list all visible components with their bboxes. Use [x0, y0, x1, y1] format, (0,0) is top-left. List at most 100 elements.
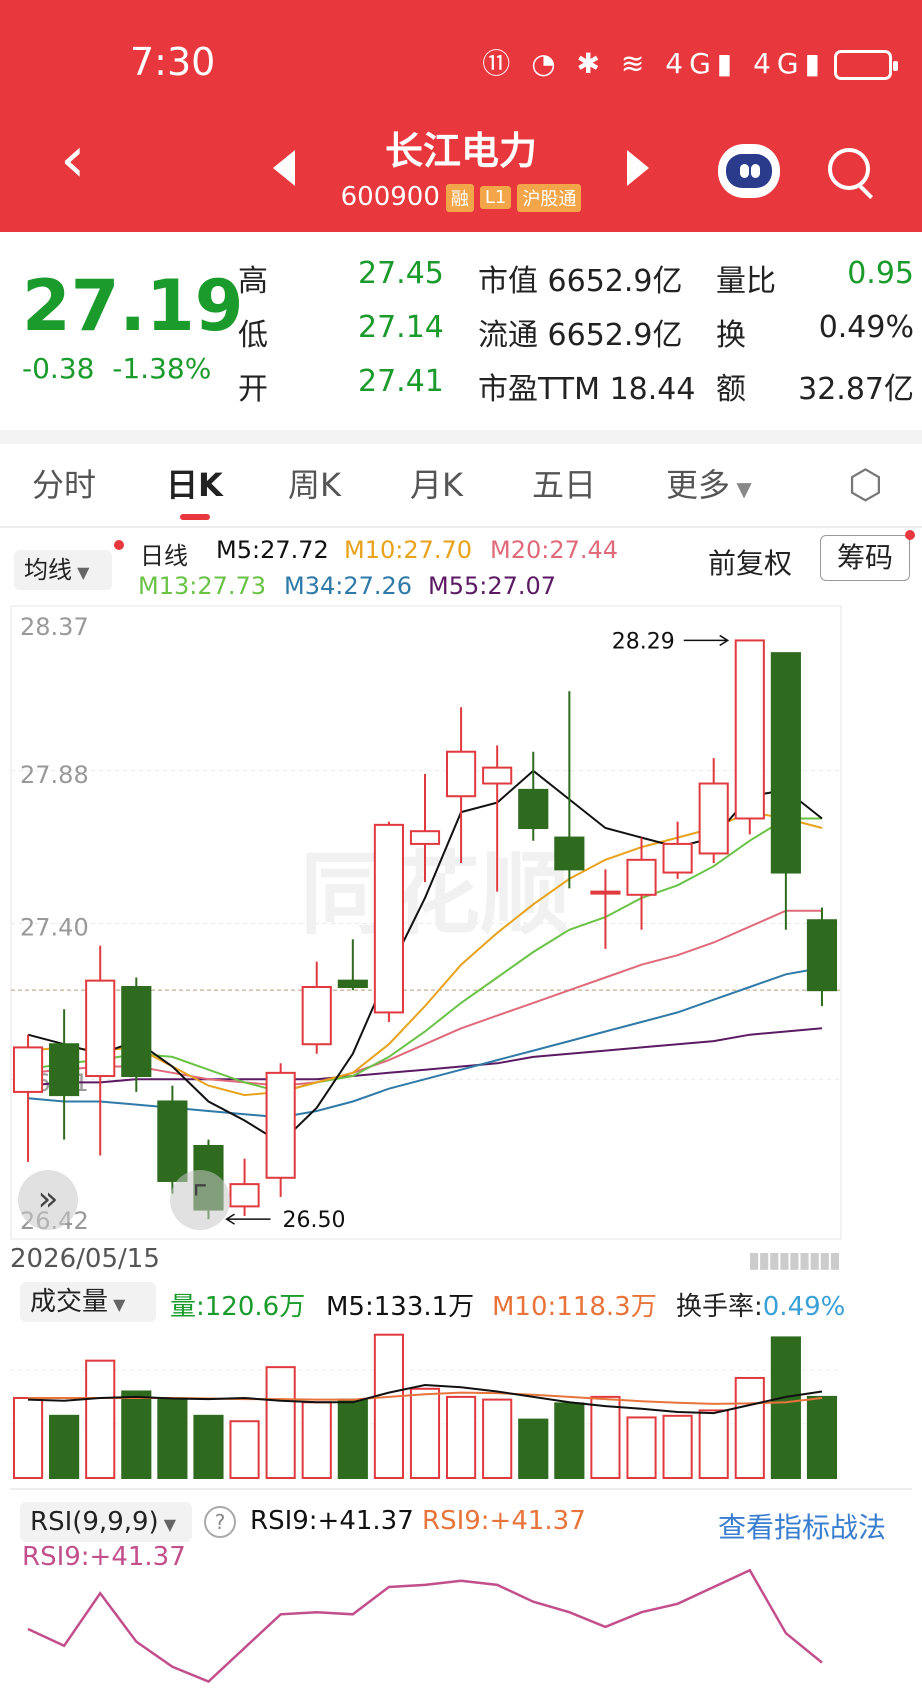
turnover-value: 0.49%: [818, 310, 914, 345]
stock-name: 长江电力: [384, 129, 537, 173]
ma55-value: M55:27.07: [428, 572, 557, 600]
volume-m10: M10:118.3万: [492, 1292, 657, 1322]
caret-down-icon: ▼: [730, 477, 752, 501]
ma5-value: M5:27.72: [216, 536, 329, 564]
settings-hexagon-icon[interactable]: ⬡: [848, 462, 883, 508]
candle-body: [12, 1046, 44, 1093]
candle-body: [698, 782, 729, 855]
next-stock-arrow-icon[interactable]: [627, 150, 649, 186]
tag-margin[interactable]: 融: [445, 183, 474, 212]
amount-label: 额: [716, 372, 746, 407]
ma-selector[interactable]: 均线 ▼: [14, 550, 112, 590]
volume-bar: [337, 1398, 368, 1479]
change-percent: -1.38%: [112, 352, 212, 385]
watermark-logo: 同花顺: [300, 842, 570, 947]
high-price-annotation: 28.29: [612, 629, 675, 654]
price-adjust-toggle[interactable]: 前复权: [708, 542, 792, 582]
volume-turnover-label: 换手率:: [676, 1292, 763, 1322]
tabs-divider: [0, 526, 922, 528]
volume-bar: [698, 1409, 729, 1479]
high-label: 高: [238, 264, 268, 299]
pe-ratio: 市盈TTM 18.44: [478, 364, 695, 408]
pe-value: 18.44: [609, 372, 696, 407]
float-cap: 流通 6652.9亿: [478, 310, 683, 354]
chip-distribution-button[interactable]: 筹码: [820, 535, 910, 581]
candle-body: [157, 1100, 188, 1182]
volume-bar: [12, 1396, 44, 1479]
ma13-value: M13:27.73: [138, 572, 267, 600]
tab-intraday[interactable]: 分时: [32, 460, 96, 506]
candle-body: [446, 750, 477, 798]
robot-eye: [751, 164, 760, 178]
y-tick-label: 27.40: [20, 913, 89, 941]
ma20-value: M20:27.44: [490, 536, 619, 564]
chart-scroll-indicator[interactable]: ▮▮▮▮▮▮▮▮▮: [748, 1248, 841, 1273]
volume-bar: [806, 1395, 838, 1479]
help-icon[interactable]: ?: [204, 1506, 236, 1538]
rsi-indicator-selector[interactable]: RSI(9,9,9) ▼: [20, 1502, 192, 1542]
stock-code: 600900: [340, 182, 440, 212]
price-change: -0.38 -1.38%: [22, 352, 211, 385]
assistant-robot-icon[interactable]: [718, 144, 780, 198]
volume-ratio-value: 0.95: [847, 256, 914, 291]
caret-down-icon: ▼: [108, 1295, 126, 1314]
pe-label: 市盈TTM: [478, 372, 601, 407]
volume-bar: [121, 1390, 152, 1479]
candle-body: [229, 1183, 260, 1208]
volume-bar: [482, 1398, 513, 1479]
tab-more[interactable]: 更多 ▼: [666, 460, 752, 506]
candle-body: [49, 1043, 80, 1097]
candle-body: [806, 919, 838, 992]
fullscreen-icon[interactable]: ⌜: [170, 1170, 230, 1230]
volume-bar: [157, 1398, 188, 1479]
tab-weekly-k[interactable]: 周K: [288, 460, 341, 506]
low-price-annotation: 26.50: [283, 1208, 346, 1233]
volume-bar: [85, 1359, 116, 1480]
volume-bar: [373, 1333, 404, 1479]
market-cap-value: 6652.9亿: [547, 264, 683, 299]
tab-five-day[interactable]: 五日: [532, 460, 596, 506]
rsi-chart[interactable]: [10, 1560, 912, 1696]
active-tab-indicator: [180, 514, 210, 520]
indicator-strategy-link[interactable]: 查看指标战法: [718, 1506, 886, 1546]
tab-monthly-k[interactable]: 月K: [410, 460, 463, 506]
market-cap: 市值 6652.9亿: [478, 256, 683, 300]
expand-left-icon[interactable]: »: [18, 1170, 78, 1230]
candle-body: [337, 979, 368, 988]
candlestick-chart[interactable]: 28.3727.8827.4026.9126.42同花顺28.2926.50: [10, 605, 912, 1240]
panel-divider: [10, 1488, 912, 1490]
y-tick-label: 27.88: [20, 761, 89, 789]
volume-chart[interactable]: [10, 1328, 912, 1480]
volume-bar: [770, 1336, 801, 1479]
search-icon[interactable]: [828, 148, 870, 190]
chip-badge-dot: [905, 530, 915, 540]
volume-bar: [662, 1414, 693, 1479]
ma34-value: M34:27.26: [284, 572, 413, 600]
float-cap-label: 流通: [478, 318, 538, 353]
volume-bar: [554, 1402, 585, 1479]
volume-bar: [193, 1414, 224, 1479]
tag-level1[interactable]: L1: [479, 186, 512, 209]
volume-ratio-label: 量比: [716, 264, 776, 299]
stock-detail-screen: 7:30 ⑪ ◔ ✱ ≋ 4G▮ 4G▮ ‹ 长江电力 600900 融 L1 沪股通…: [0, 0, 922, 1698]
volume-turnover: 换手率:0.49%: [676, 1286, 845, 1323]
robot-eye: [740, 164, 749, 178]
low-value: 27.14: [358, 310, 444, 345]
candle-body: [85, 979, 116, 1078]
volume-bar: [229, 1420, 260, 1479]
candle-body: [626, 858, 657, 896]
battery-icon: [834, 50, 898, 80]
y-tick-label: 28.37: [20, 613, 89, 641]
volume-bar: [49, 1414, 80, 1479]
candle-body: [518, 788, 549, 830]
volume-bar: [265, 1366, 296, 1479]
volume-indicator-selector[interactable]: 成交量 ▼: [20, 1282, 156, 1322]
tag-connect[interactable]: 沪股通: [517, 183, 582, 212]
candle-body: [121, 986, 152, 1078]
volume-bar: [734, 1376, 765, 1480]
ma10-value: M10:27.70: [344, 536, 473, 564]
candle-body: [301, 986, 332, 1046]
tab-daily-k[interactable]: 日K: [166, 460, 223, 506]
volume-bar: [590, 1395, 621, 1479]
open-value: 27.41: [358, 364, 444, 399]
